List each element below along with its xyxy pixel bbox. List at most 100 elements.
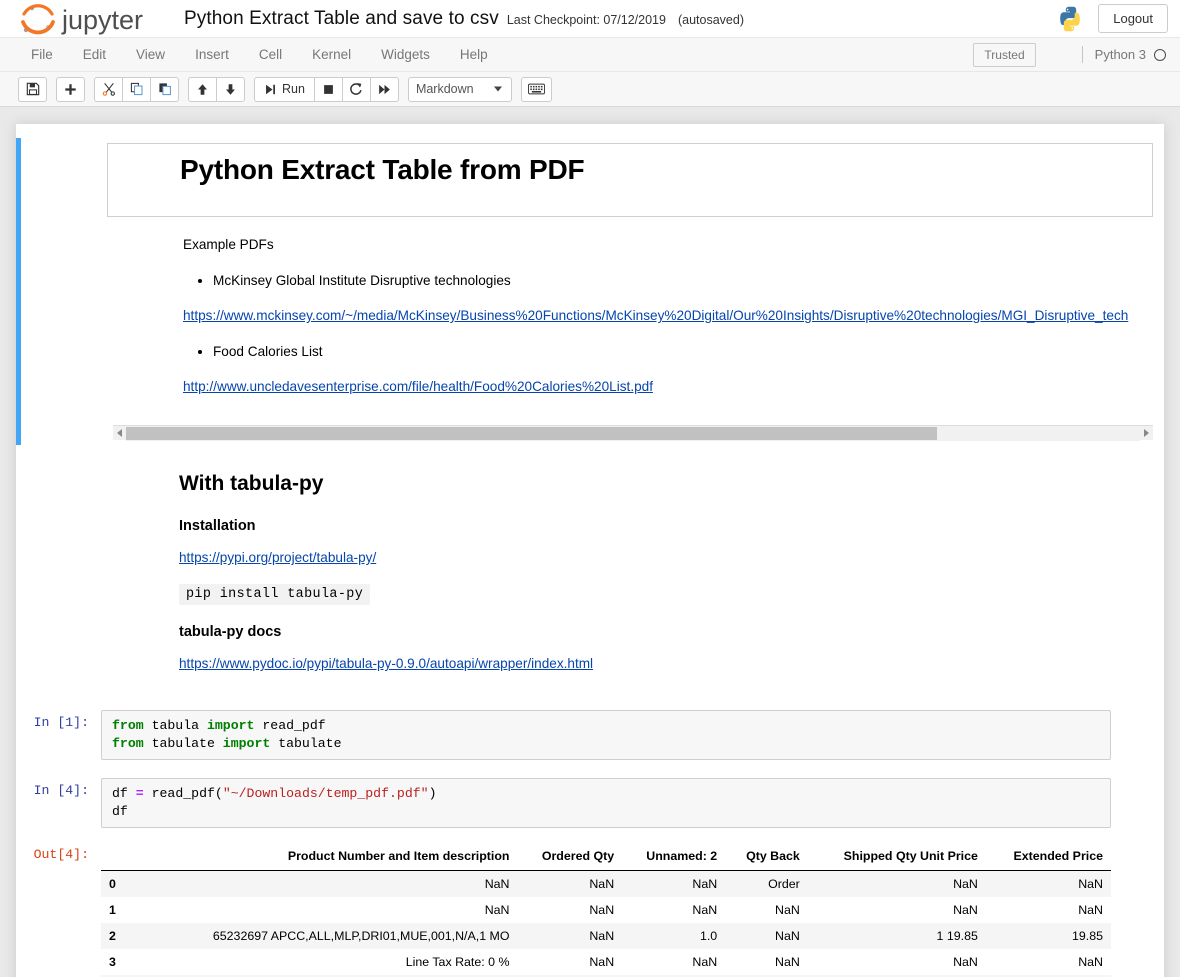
scrollbar-thumb[interactable]: [126, 426, 938, 440]
notebook-title[interactable]: Python Extract Table and save to csv: [184, 8, 499, 30]
cell-product-number: NaN: [484, 877, 510, 891]
notebook-scroll-area[interactable]: Python Extract Table from PDF Example PD…: [0, 107, 1180, 977]
row-index: 1: [109, 903, 116, 917]
dataframe-header: Product Number and Item description Orde…: [101, 846, 1111, 871]
markdown-link-paragraph-3: https://pypi.org/project/tabula-py/: [107, 548, 1153, 568]
scroll-left-arrow-icon[interactable]: [113, 426, 126, 441]
cell-unnamed-2: NaN: [692, 877, 718, 891]
cell-unnamed-2: 1.0: [699, 929, 718, 943]
code-cell-1[interactable]: In [1]: from tabula import read_pdf from…: [16, 705, 1164, 765]
menu-widgets[interactable]: Widgets: [366, 41, 445, 68]
dataframe-body: 0 NaN NaN NaN Order NaN NaN 1 NaN NaN Na…: [101, 870, 1111, 977]
svg-text:jupyter: jupyter: [61, 5, 143, 35]
cell-type-select[interactable]: Markdown: [407, 76, 512, 102]
plus-icon: [65, 83, 76, 95]
code-identifier-1: read_pdf: [254, 718, 326, 733]
cell-product-number: 65232697 APCC,ALL,MLP,DRI01,MUE,001,N/A,…: [212, 929, 510, 943]
cell-extended-price: NaN: [1078, 877, 1103, 891]
cell-product-number: NaN: [484, 903, 510, 917]
table-row: 2 65232697 APCC,ALL,MLP,DRI01,MUE,001,N/…: [101, 923, 1111, 949]
scroll-right-arrow-icon[interactable]: [1140, 426, 1153, 441]
menu-edit[interactable]: Edit: [68, 41, 121, 68]
cell-extended-price: NaN: [1078, 955, 1103, 969]
paste-cell-button[interactable]: [150, 76, 179, 102]
markdown-cell-1[interactable]: Python Extract Table from PDF Example PD…: [16, 138, 1164, 445]
output-area: Product Number and Item description Orde…: [101, 842, 1159, 977]
cell-qty-back: NaN: [725, 975, 808, 977]
markdown-rendered-heading-box[interactable]: Python Extract Table from PDF: [107, 143, 1153, 217]
command-palette-button[interactable]: [520, 76, 552, 102]
run-cell-button[interactable]: Run: [254, 76, 315, 102]
input-prompt-1: In [1]:: [33, 715, 89, 730]
row-index: 3: [109, 955, 116, 969]
last-checkpoint-label: Last Checkpoint: 07/12/2019: [506, 12, 666, 27]
kernel-idle-circle-icon[interactable]: [1154, 48, 1166, 61]
code-keyword-from-2: from: [112, 736, 144, 751]
markdown-cell-2[interactable]: With tabula-py Installation https://pypi…: [16, 445, 1164, 695]
cell-qty-back: NaN: [775, 955, 800, 969]
run-group: Run: [254, 76, 399, 102]
input-prompt-2: In [4]:: [33, 783, 89, 798]
trusted-indicator-button[interactable]: Trusted: [973, 42, 1036, 67]
cell-qty-back: Order: [768, 877, 800, 891]
autosave-status: (autosaved): [677, 12, 744, 27]
arrow-down-icon: [226, 83, 235, 95]
run-step-forward-icon: [266, 84, 275, 94]
menu-cell[interactable]: Cell: [244, 41, 297, 68]
code-module-1: tabula: [143, 718, 207, 733]
markdown-cell-2-body: With tabula-py Installation https://pypi…: [101, 450, 1159, 690]
interrupt-kernel-button[interactable]: [313, 76, 343, 102]
markdown-inline-code-block: pip install tabula-py: [107, 584, 1153, 605]
row-index: 4: [101, 975, 147, 977]
move-cell-up-button[interactable]: [188, 76, 217, 102]
cut-cell-button[interactable]: [94, 76, 123, 102]
copy-cell-button[interactable]: [122, 76, 151, 102]
save-button[interactable]: [18, 76, 47, 102]
save-group: [18, 76, 47, 102]
menu-kernel[interactable]: Kernel: [297, 41, 366, 68]
menubar-container: File Edit View Insert Cell Kernel Widget…: [0, 38, 1180, 72]
pydoc-tabula-py-link[interactable]: https://www.pydoc.io/pypi/tabula-py-0.9.…: [179, 656, 593, 671]
food-calories-pdf-link[interactable]: http://www.uncledavesenterprise.com/file…: [183, 379, 653, 394]
move-cell-down-button[interactable]: [216, 76, 245, 102]
markdown-subheading-docs: tabula-py docs: [179, 624, 282, 640]
code-module-2: tabulate: [143, 736, 223, 751]
cell-shipped-qty-unit-price: 1 19.85: [936, 929, 978, 943]
cell-unnamed-2: NaN: [692, 903, 718, 917]
code-editor-1[interactable]: from tabula import read_pdf from tabulat…: [101, 710, 1111, 760]
pypi-tabula-py-link[interactable]: https://pypi.org/project/tabula-py/: [179, 550, 376, 565]
scrollbar-track[interactable]: [126, 425, 1140, 441]
jupyter-logo-link[interactable]: jupyter: [18, 3, 166, 35]
markdown-bullet-list-2: Food Calories List: [111, 342, 1149, 362]
menu-insert[interactable]: Insert: [180, 41, 244, 68]
floppy-disk-icon: [26, 82, 39, 96]
divider: [1081, 46, 1083, 63]
mckinsey-pdf-link[interactable]: https://www.mckinsey.com/~/media/McKinse…: [183, 308, 1128, 323]
column-header-ordered-qty: Ordered Qty: [517, 846, 623, 871]
table-row: 0 NaN NaN NaN Order NaN NaN: [101, 870, 1111, 897]
markdown-link-paragraph-2: http://www.uncledavesenterprise.com/file…: [111, 377, 1149, 397]
code-identifier-2: tabulate: [270, 736, 342, 751]
code-cell-2[interactable]: In [4]: df = read_pdf("~/Downloads/temp_…: [16, 773, 1164, 833]
markdown-horizontal-scrollbar[interactable]: [113, 425, 1153, 441]
insert-cell-below-button[interactable]: [56, 76, 85, 102]
menu-view[interactable]: View: [121, 41, 180, 68]
code-editor-2[interactable]: df = read_pdf("~/Downloads/temp_pdf.pdf"…: [101, 778, 1111, 828]
menu-file[interactable]: File: [16, 41, 68, 68]
restart-kernel-button[interactable]: [341, 76, 371, 102]
row-index: 0: [109, 877, 116, 891]
cell-qty-back: NaN: [775, 903, 800, 917]
pip-install-command: pip install tabula-py: [179, 584, 371, 605]
cell-shipped-qty-unit-price: NaN: [953, 877, 978, 891]
restart-and-run-all-button[interactable]: [369, 76, 399, 102]
notebook-toolbar: Run Markdown: [0, 72, 1180, 107]
logout-button[interactable]: Logout: [1098, 4, 1168, 33]
markdown-bullet-list-1: McKinsey Global Institute Disruptive tec…: [111, 271, 1149, 291]
menu-help[interactable]: Help: [445, 41, 503, 68]
markdown-prompt-spacer: [21, 143, 101, 440]
code-variable-df: df: [112, 786, 136, 801]
column-header-qty-back: Qty Back: [725, 846, 808, 871]
markdown-heading-1: Python Extract Table from PDF: [180, 154, 585, 185]
cell-ordered-qty: NaN: [589, 929, 615, 943]
restart-refresh-icon: [350, 83, 363, 95]
